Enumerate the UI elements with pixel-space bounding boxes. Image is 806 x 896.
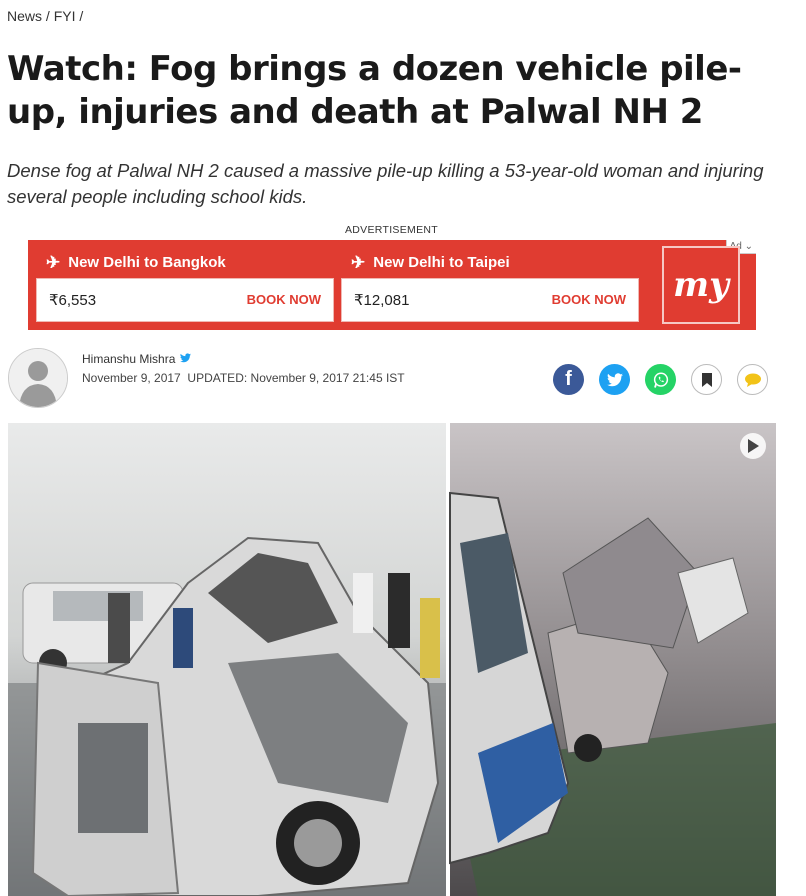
flight-ad-banner[interactable]: Ad ⌄ ✈ New Delhi to Bangkok ₹6,553 BOOK … <box>28 240 756 330</box>
twitter-icon[interactable] <box>599 364 630 395</box>
updated-date: UPDATED: November 9, 2017 21:45 IST <box>187 371 405 385</box>
bookmark-icon[interactable] <box>691 364 722 395</box>
fare-price: ₹12,081 <box>354 292 410 309</box>
author-name-row: Himanshu Mishra <box>82 352 192 366</box>
airplane-icon: ✈ <box>46 253 61 272</box>
play-icon[interactable] <box>740 433 766 459</box>
airplane-icon: ✈ <box>351 253 366 272</box>
fare-box[interactable]: ₹12,081 BOOK NOW <box>341 278 639 322</box>
fare-price: ₹6,553 <box>49 292 97 309</box>
fare-box[interactable]: ₹6,553 BOOK NOW <box>36 278 334 322</box>
fog-pileup-photo <box>8 423 776 896</box>
whatsapp-icon[interactable] <box>645 364 676 395</box>
comment-icon[interactable] <box>737 364 768 395</box>
article-lead-image[interactable] <box>8 423 776 896</box>
logo-text: my <box>673 265 729 305</box>
share-bar: f <box>553 364 768 395</box>
breadcrumb-news[interactable]: News <box>7 8 42 24</box>
breadcrumb-separator: / <box>45 8 50 24</box>
book-now-button[interactable]: BOOK NOW <box>247 292 321 307</box>
book-now-button[interactable]: BOOK NOW <box>552 292 626 307</box>
route-label: New Delhi to Taipei <box>373 254 510 271</box>
fare-offer-bangkok[interactable]: ✈ New Delhi to Bangkok ₹6,553 BOOK NOW <box>36 240 334 330</box>
makemytrip-logo[interactable]: my <box>662 246 740 324</box>
article-summary: Dense fog at Palwal NH 2 caused a massiv… <box>7 160 764 207</box>
breadcrumb-separator: / <box>79 8 84 24</box>
facebook-icon[interactable]: f <box>553 364 584 395</box>
fare-offer-taipei[interactable]: ✈ New Delhi to Taipei ₹12,081 BOOK NOW <box>341 240 639 330</box>
breadcrumb-fyi[interactable]: FYI <box>54 8 76 24</box>
article-dateline: November 9, 2017 UPDATED: November 9, 20… <box>82 371 405 385</box>
person-silhouette-icon <box>9 349 67 407</box>
author-avatar[interactable] <box>8 348 68 408</box>
advertisement-label: ADVERTISEMENT <box>345 224 438 236</box>
route-label: New Delhi to Bangkok <box>68 254 226 271</box>
article-headline: Watch: Fog brings a dozen vehicle pile-u… <box>7 49 742 132</box>
fare-route: ✈ New Delhi to Bangkok <box>46 254 226 271</box>
author-name[interactable]: Himanshu Mishra <box>82 352 175 366</box>
chevron-down-icon: ⌄ <box>744 241 753 252</box>
breadcrumb: News / FYI / <box>7 8 83 24</box>
fare-route: ✈ New Delhi to Taipei <box>351 254 510 271</box>
published-date: November 9, 2017 <box>82 371 181 385</box>
twitter-bird-icon[interactable] <box>180 352 192 366</box>
author-byline: Himanshu Mishra November 9, 2017 UPDATED… <box>8 348 768 408</box>
